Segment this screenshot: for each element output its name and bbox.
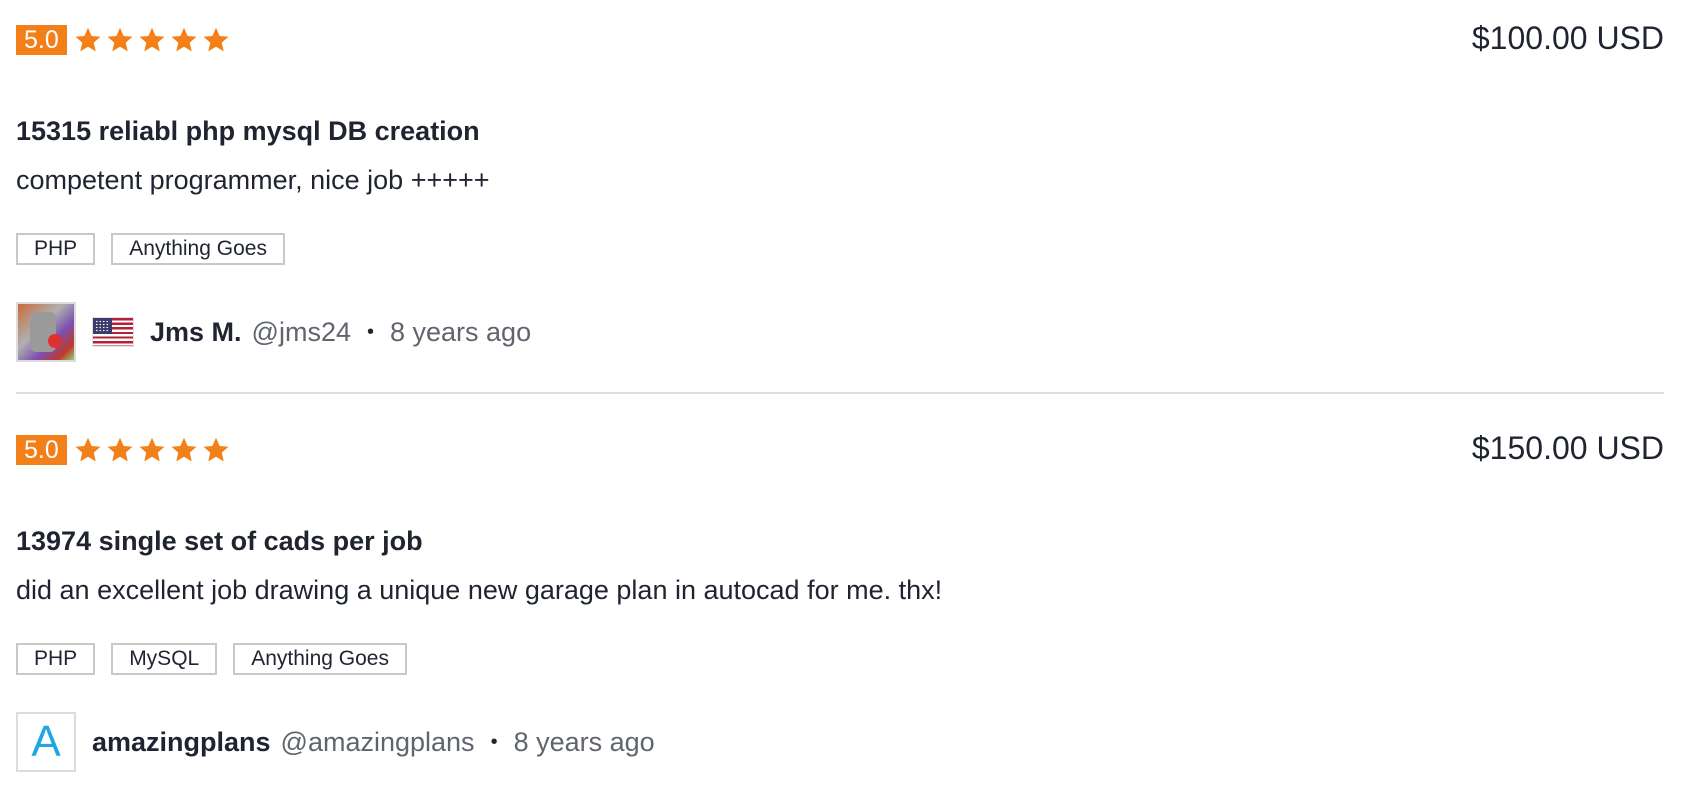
star-icon (73, 435, 103, 465)
us-flag-icon (92, 317, 134, 347)
review-time: 8 years ago (513, 726, 655, 757)
review-price: $100.00 USD (1471, 20, 1664, 56)
skill-tags: PHP MySQL Anything Goes (16, 643, 423, 675)
skill-tag[interactable]: Anything Goes (233, 643, 407, 675)
reviewer-info: A amazingplans @amazingplans • 8 years a… (16, 710, 655, 774)
separator-dot: • (366, 320, 374, 343)
rating-row: 5.0 (16, 434, 233, 466)
star-icon (137, 25, 167, 55)
review-card: 5.0 $150.00 USD 13974 single set of cads… (16, 394, 1664, 788)
review-comment: competent programmer, nice job +++++ (16, 165, 490, 195)
star-icon (201, 25, 231, 55)
rating-value-badge: 5.0 (16, 435, 67, 465)
skill-tags: PHP Anything Goes (16, 233, 301, 265)
project-title[interactable]: 13974 single set of cads per job (16, 523, 423, 559)
skill-tag[interactable]: PHP (16, 233, 96, 265)
review-price: $150.00 USD (1471, 430, 1664, 466)
avatar-eye-shape (48, 334, 62, 348)
project-title[interactable]: 15315 reliabl php mysql DB creation (16, 113, 480, 149)
reviewer-name[interactable]: Jms M. (150, 317, 242, 348)
reviewer-info: Jms M. @jms24 • 8 years ago (16, 300, 531, 364)
flag-canton (93, 318, 112, 334)
star-icon (137, 435, 167, 465)
review-card: 5.0 $100.00 USD 15315 reliabl php mysql … (16, 0, 1664, 394)
star-icon (73, 25, 103, 55)
star-icon (201, 435, 231, 465)
rating-row: 5.0 (16, 24, 233, 56)
reviewer-avatar[interactable]: A (16, 712, 76, 772)
rating-value-badge: 5.0 (16, 25, 67, 55)
separator-dot: • (490, 730, 498, 753)
reviewer-name[interactable]: amazingplans (92, 727, 271, 758)
review-comment: did an excellent job drawing a unique ne… (16, 575, 943, 605)
star-icon (169, 435, 199, 465)
reviewer-handle[interactable]: @amazingplans (281, 727, 475, 758)
skill-tag[interactable]: Anything Goes (111, 233, 285, 265)
reviewer-avatar[interactable] (16, 302, 76, 362)
star-icon (105, 435, 135, 465)
skill-tag[interactable]: PHP (16, 643, 96, 675)
review-list: 5.0 $100.00 USD 15315 reliabl php mysql … (16, 0, 1664, 788)
star-icon (169, 25, 199, 55)
star-icon (105, 25, 135, 55)
review-time: 8 years ago (390, 316, 532, 347)
skill-tag[interactable]: MySQL (111, 643, 218, 675)
star-rating (73, 435, 233, 465)
reviewer-handle[interactable]: @jms24 (252, 317, 351, 348)
star-rating (73, 25, 233, 55)
